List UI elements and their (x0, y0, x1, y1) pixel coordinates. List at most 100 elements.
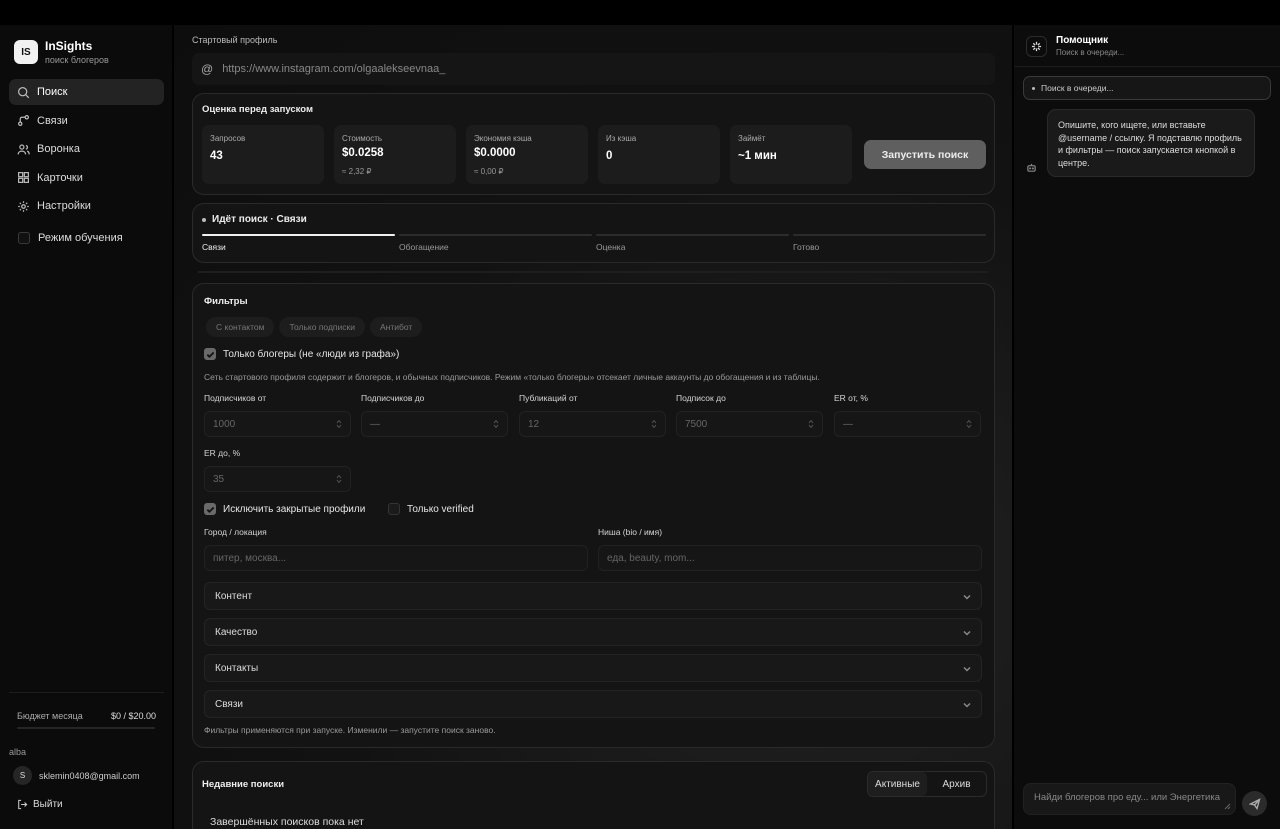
logout-label: Выйти (33, 799, 63, 810)
progress-title-text: Идёт поиск · Связи (212, 214, 307, 225)
assistant-header: Помощник Поиск в очереди... (1026, 35, 1124, 57)
stepper-icon[interactable] (808, 419, 814, 429)
check-icon (206, 351, 214, 358)
recent-title: Недавние поиски (202, 779, 285, 790)
sidebar-item-label: Связи (37, 114, 68, 127)
niche-label: Ниша (bio / имя) (598, 527, 663, 537)
stepper-icon[interactable] (336, 474, 342, 484)
filter-chips: С контактом Только подписки Антибот (206, 317, 427, 337)
recent-empty-state: Завершённых поисков пока нет (210, 816, 364, 828)
recent-searches-card: Недавние поиски Активные Архив Завершённ… (192, 761, 995, 829)
chevron-down-icon (963, 594, 971, 600)
verified-only-checkbox[interactable] (388, 503, 400, 515)
estimate-card: Оценка перед запуском Запросов 43 Стоимо… (192, 93, 995, 195)
sidebar-item-label: Настройки (37, 200, 91, 213)
followers-from-input[interactable]: 1000 (204, 411, 351, 437)
filters-card: Фильтры С контактом Только подписки Анти… (192, 283, 995, 748)
assistant-status: Поиск в очереди... (1056, 48, 1125, 57)
budget-label: Бюджет месяца (17, 710, 83, 721)
sidebar-item-settings[interactable]: Настройки (9, 193, 164, 219)
niche-input[interactable]: еда, beauty, mom... (598, 545, 982, 571)
learning-mode-label: Режим обучения (38, 232, 123, 245)
stepper-icon[interactable] (336, 419, 342, 429)
search-icon (18, 86, 30, 98)
tab-active[interactable]: Активные (868, 772, 927, 796)
bloggers-only-checkbox[interactable] (204, 348, 216, 360)
progress-segment-4 (793, 234, 986, 236)
posts-from-label: Публикаций от (519, 393, 578, 403)
accordion-contacts[interactable]: Контакты (204, 654, 982, 682)
gear-icon (18, 201, 29, 212)
progress-step-enrichment: Обогащение (399, 242, 449, 252)
progress-segment-2 (399, 234, 592, 236)
sidebar-item-funnel[interactable]: Воронка (9, 136, 164, 162)
brand[interactable]: IS InSights поиск блогеров (14, 39, 109, 65)
logout-button[interactable]: Выйти (17, 799, 63, 810)
stat-cost: Стоимость $0.0258 ≈ 2,32 ₽ (334, 125, 456, 184)
exclude-private-checkbox[interactable] (204, 503, 216, 515)
section-divider (198, 271, 988, 273)
followers-to-value: — (370, 418, 380, 430)
posts-from-value: 12 (528, 418, 540, 430)
assistant-panel: Помощник Поиск в очереди... Поиск в очер… (1014, 25, 1280, 829)
followers-from-value: 1000 (213, 418, 236, 430)
verified-only-option[interactable]: Только verified (388, 503, 474, 515)
following-to-value: 7500 (685, 418, 708, 430)
start-profile-input[interactable]: @ https://www.instagram.com/olgaalekseev… (192, 53, 995, 85)
avatar: S (13, 766, 32, 785)
sparkle-icon (1031, 41, 1042, 51)
recent-tabs: Активные Архив (867, 771, 987, 797)
stat-value: $0.0000 (474, 147, 516, 159)
check-icon (206, 506, 214, 513)
er-to-input[interactable]: 35 (204, 466, 351, 492)
stepper-icon[interactable] (966, 419, 972, 429)
app-root: IS InSights поиск блогеров Поиск Связи В… (0, 0, 1280, 829)
city-input[interactable]: питер, москва... (204, 545, 588, 571)
er-from-input[interactable]: — (834, 411, 981, 437)
tab-archive[interactable]: Архив (927, 772, 986, 796)
posts-from-input[interactable]: 12 (519, 411, 666, 437)
bloggers-only-option[interactable]: Только блогеры (не «люди из графа») (204, 348, 399, 360)
stat-label: Запросов (210, 134, 246, 143)
assistant-message: Опишите, кого ищете, или вставьте @usern… (1047, 109, 1255, 177)
logout-icon (18, 799, 28, 810)
progress-step-connections: Связи (202, 242, 226, 252)
progress-step-done: Готово (793, 242, 820, 252)
run-search-button[interactable]: Запустить поиск (864, 140, 986, 169)
stepper-icon[interactable] (651, 419, 657, 429)
learning-mode-checkbox[interactable] (18, 232, 30, 245)
stat-value: 0 (606, 150, 613, 162)
accordion-label: Контент (215, 590, 253, 602)
sidebar-nav: Поиск Связи Воронка Карточки Настройки Р… (9, 79, 164, 254)
sidebar-item-connections[interactable]: Связи (9, 108, 164, 134)
sidebar-item-search[interactable]: Поиск (9, 79, 164, 105)
followers-to-input[interactable]: — (361, 411, 508, 437)
chip-subscriptions-only[interactable]: Только подписки (279, 317, 365, 337)
chevron-down-icon (963, 702, 971, 708)
accordion-connections[interactable]: Связи (204, 690, 982, 718)
stat-label: Займёт (738, 134, 766, 143)
progress-segment-1-fill (202, 234, 395, 236)
resize-handle-icon[interactable] (1224, 803, 1231, 810)
accordion-content[interactable]: Контент (204, 582, 982, 610)
following-to-input[interactable]: 7500 (676, 411, 823, 437)
send-button[interactable] (1242, 791, 1267, 816)
chip-antibot[interactable]: Антибот (369, 317, 423, 337)
stepper-icon[interactable] (493, 419, 499, 429)
stat-requests: Запросов 43 (202, 125, 324, 184)
sidebar-item-label: Воронка (37, 143, 80, 156)
stat-value: 43 (210, 150, 223, 162)
stat-value: $0.0258 (342, 147, 384, 159)
followers-from-label: Подписчиков от (204, 393, 267, 403)
er-from-value: — (843, 418, 853, 430)
stat-value: ~1 мин (738, 150, 777, 162)
sidebar-item-cards[interactable]: Карточки (9, 165, 164, 191)
chat-input[interactable]: Найди блогеров про еду... или Энергетика (1023, 783, 1236, 815)
learning-mode-toggle[interactable]: Режим обучения (9, 225, 164, 251)
exclude-private-option[interactable]: Исключить закрытые профили (204, 503, 365, 515)
chip-with-contact[interactable]: С контактом (206, 317, 275, 337)
followers-to-label: Подписчиков до (361, 393, 425, 403)
user-email: sklemin0408@gmail.com (39, 770, 140, 781)
sidebar-item-label: Поиск (37, 86, 68, 98)
accordion-quality[interactable]: Качество (204, 618, 982, 646)
